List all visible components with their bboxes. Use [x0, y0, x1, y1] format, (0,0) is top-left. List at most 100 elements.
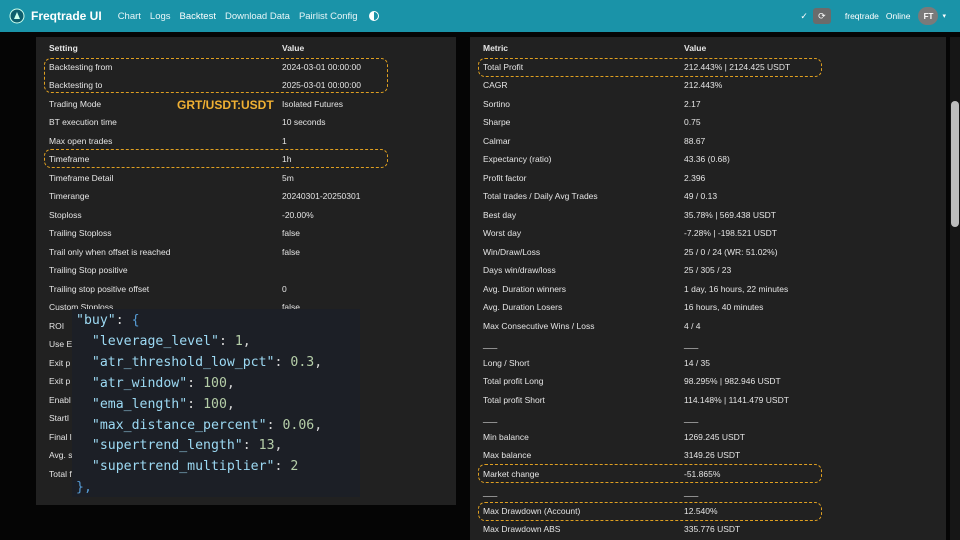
nav-download-data[interactable]: Download Data	[225, 11, 290, 22]
settings-row: Stoploss -20.00%	[36, 206, 456, 225]
settings-row: Timeframe Detail 5m	[36, 169, 456, 188]
metrics-row: Expectancy (ratio) 43.36 (0.68)	[470, 150, 946, 169]
code-param-comma: ,	[274, 438, 283, 454]
metrics-value: 43.36 (0.68)	[684, 154, 730, 165]
settings-value: 20240301-20250301	[282, 191, 361, 202]
metrics-label: Sortino	[483, 98, 510, 109]
metrics-value: 1 day, 16 hours, 22 minutes	[684, 283, 789, 294]
metrics-value: 88.67	[684, 135, 706, 146]
strategy-params-code: "buy": { "leverage_level": 1, "atr_thres…	[72, 309, 360, 497]
metrics-label: Total profit Short	[483, 394, 545, 405]
brand-title[interactable]: Freqtrade UI	[31, 9, 102, 23]
chevron-down-icon[interactable]: ▾	[942, 12, 946, 20]
metrics-row: Profit factor 2.396	[470, 169, 946, 188]
highlight-timeframe	[44, 149, 388, 168]
bot-status: Online	[885, 11, 911, 21]
settings-value: false	[282, 228, 300, 239]
settings-value: 0	[282, 283, 287, 294]
code-open-brace: {	[131, 313, 140, 328]
nav-backtest[interactable]: Backtest	[180, 11, 216, 22]
settings-label: Trailing Stoploss	[49, 228, 112, 239]
metrics-value: 16 hours, 40 minutes	[684, 302, 764, 313]
metrics-value: 3149.26 USDT	[684, 450, 741, 461]
metrics-header-metric: Metric	[483, 43, 509, 54]
metrics-row: Best day 35.78% | 569.438 USDT	[470, 206, 946, 225]
nav-pairlist-config[interactable]: Pairlist Config	[299, 11, 358, 22]
settings-label: Stoploss	[49, 209, 82, 220]
metrics-row: Sharpe 0.75	[470, 113, 946, 132]
metrics-label: Max Consecutive Wins / Loss	[483, 320, 595, 331]
code-param-line: "atr_window": 100,	[91, 375, 235, 391]
scrollbar-thumb[interactable]	[951, 101, 959, 227]
metrics-label: Days win/draw/loss	[483, 265, 556, 276]
settings-header-setting: Setting	[49, 43, 78, 54]
refresh-button[interactable]: ⟳	[812, 8, 831, 24]
theme-toggle-icon[interactable]	[368, 11, 379, 21]
code-param-value: 0.06	[282, 417, 315, 433]
metrics-value: 212.443%	[684, 80, 723, 91]
settings-header-row: Setting Value	[36, 39, 456, 58]
metrics-label: Long / Short	[483, 357, 530, 368]
code-param-value: 100	[203, 375, 227, 391]
code-param-line: "leverage_level": 1,	[91, 333, 251, 349]
page-scrollbar[interactable]	[950, 37, 960, 540]
metrics-label: Total profit Long	[483, 376, 544, 387]
settings-label: Trailing stop positive offset	[49, 283, 150, 294]
metrics-value: 2.396	[684, 172, 706, 183]
code-param-line: "supertrend_multiplier": 2	[91, 459, 299, 475]
code-params: "leverage_level": 1, "atr_threshold_low_…	[76, 334, 322, 474]
metrics-label: ___	[483, 413, 498, 424]
metrics-row: ___ ___	[470, 335, 946, 354]
code-param-line: "max_distance_percent": 0.06,	[91, 417, 323, 433]
settings-header-value: Value	[282, 43, 305, 54]
metrics-value: ___	[684, 339, 699, 350]
metrics-row: Max Consecutive Wins / Loss 4 / 4	[470, 317, 946, 336]
metrics-row: Total profit Long 98.295% | 982.946 USDT	[470, 372, 946, 391]
metrics-row: Days win/draw/loss 25 / 305 / 23	[470, 261, 946, 280]
metrics-value: 0.75	[684, 117, 701, 128]
code-param-key: "supertrend_multiplier"	[91, 459, 275, 475]
settings-value: false	[282, 246, 300, 257]
metrics-label: Max Drawdown ABS	[483, 524, 561, 535]
settings-row: Trailing Stop positive	[36, 261, 456, 280]
metrics-row: Win/Draw/Loss 25 / 0 / 24 (WR: 51.02%)	[470, 243, 946, 262]
settings-row: Timerange 20240301-20250301	[36, 187, 456, 206]
settings-row: BT execution time 10 seconds	[36, 113, 456, 132]
code-param-comma: ,	[314, 417, 323, 433]
settings-value	[282, 261, 456, 280]
avatar[interactable]: FT	[918, 7, 939, 25]
nav-logs[interactable]: Logs	[150, 11, 171, 22]
metrics-label: Profit factor	[483, 172, 527, 183]
metrics-value: 1269.245 USDT	[684, 431, 745, 442]
metrics-header-row: Metric Value	[470, 39, 946, 58]
settings-value: Isolated Futures	[282, 98, 343, 109]
code-param-comma: ,	[242, 333, 251, 349]
metrics-row: Total trades / Daily Avg Trades 49 / 0.13	[470, 187, 946, 206]
nav-chart[interactable]: Chart	[118, 11, 141, 22]
code-param-key: "atr_window"	[91, 375, 188, 391]
settings-label: Timerange	[49, 191, 90, 202]
code-param-key: "atr_threshold_low_pct"	[91, 354, 275, 370]
metrics-label: Best day	[483, 209, 517, 220]
code-param-value: 100	[203, 396, 227, 412]
metrics-header-value: Value	[684, 43, 707, 54]
metrics-value: 4 / 4	[684, 320, 701, 331]
metrics-label: Avg. Duration winners	[483, 283, 566, 294]
metrics-label: Win/Draw/Loss	[483, 246, 541, 257]
metrics-row: ___ ___	[470, 483, 946, 502]
metrics-row: Max Drawdown ABS 335.776 USDT	[470, 520, 946, 539]
metrics-value: 2.17	[684, 98, 701, 109]
metrics-label: Avg. Duration Losers	[483, 302, 563, 313]
code-param-line: "atr_threshold_low_pct": 0.3,	[91, 354, 323, 370]
nav-links: Chart Logs Backtest Download Data Pairli…	[118, 11, 367, 22]
settings-value: 1	[282, 135, 287, 146]
metrics-label: Calmar	[483, 135, 511, 146]
code-buy-key: "buy"	[76, 313, 116, 328]
metrics-row: Sortino 2.17	[470, 95, 946, 114]
bot-name[interactable]: freqtrade	[845, 11, 879, 21]
freqtrade-logo-icon[interactable]	[9, 8, 25, 24]
settings-row: Max open trades 1	[36, 132, 456, 151]
code-param-line: "ema_length": 100,	[91, 396, 235, 412]
code-param-key: "leverage_level"	[91, 333, 219, 349]
highlight-market-change	[478, 464, 822, 483]
